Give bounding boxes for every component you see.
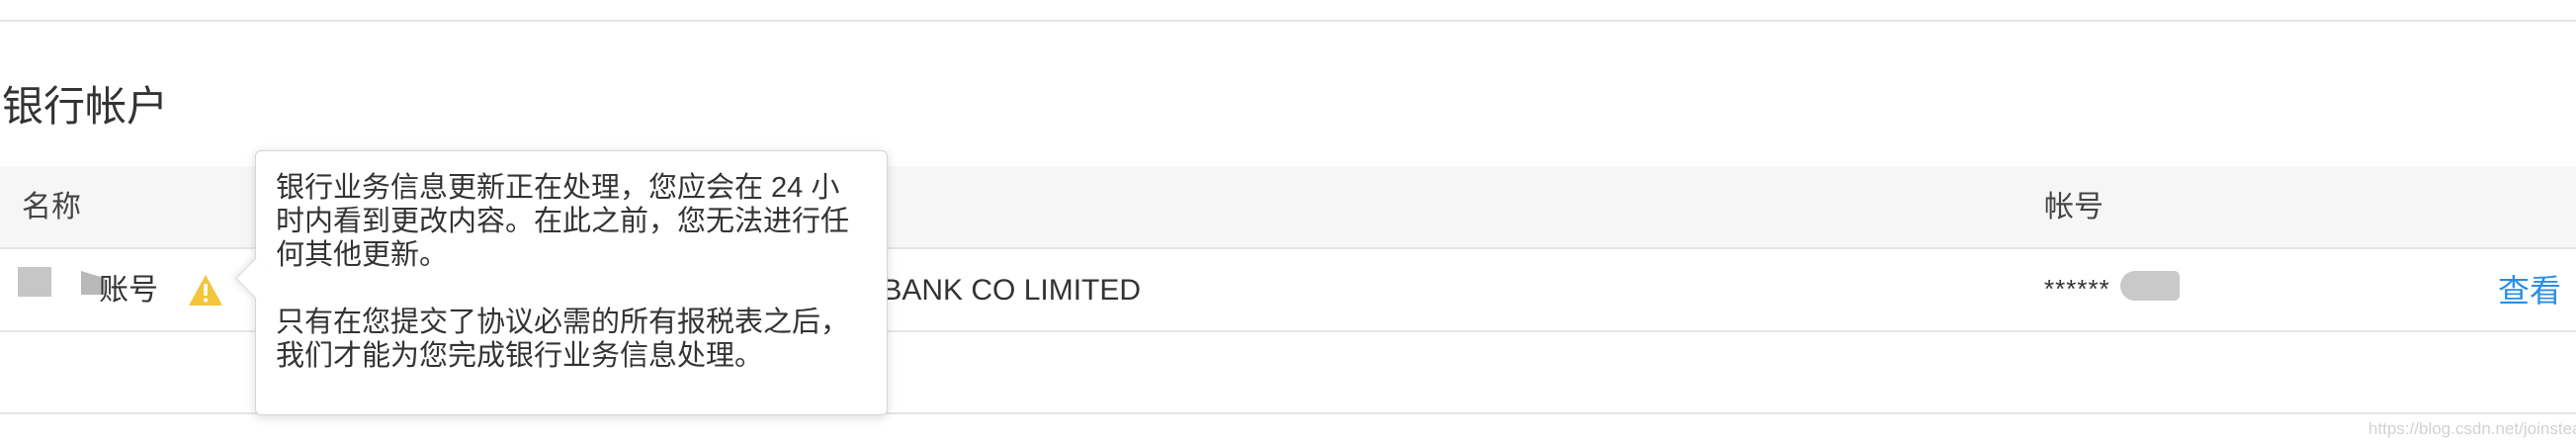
tooltip-paragraph-2: 只有在您提交了协议必需的所有报税表之后，我们才能为您完成银行业务信息处理。 [276, 307, 850, 372]
column-header-account: 帐号 [2044, 191, 2104, 223]
bank-name: S BANK CO LIMITED [854, 274, 1142, 307]
redacted-block [2120, 271, 2180, 301]
redacted-block [18, 267, 51, 297]
status-tooltip: 银行业务信息更新正在处理，您应会在 24 小时内看到更改内容。在此之前，您无法进… [234, 150, 888, 415]
section-title: 银行帐户 [2, 83, 169, 130]
account-number: ****** [2044, 274, 2110, 304]
warning-icon[interactable] [188, 273, 223, 307]
account-name: 账号 [99, 274, 158, 307]
watermark: https://blog.csdn.net/joinstear [2368, 419, 2576, 438]
column-header-name: 名称 [22, 191, 81, 223]
tooltip-paragraph-1: 银行业务信息更新正在处理，您应会在 24 小时内看到更改内容。在此之前，您无法进… [276, 172, 850, 271]
bank-accounts-page: 银行帐户 名称 帐号 账号 S BANK CO LIMITED ****** 查… [0, 0, 2576, 443]
view-link[interactable]: 查看 [2498, 271, 2561, 310]
top-divider [0, 20, 2576, 22]
